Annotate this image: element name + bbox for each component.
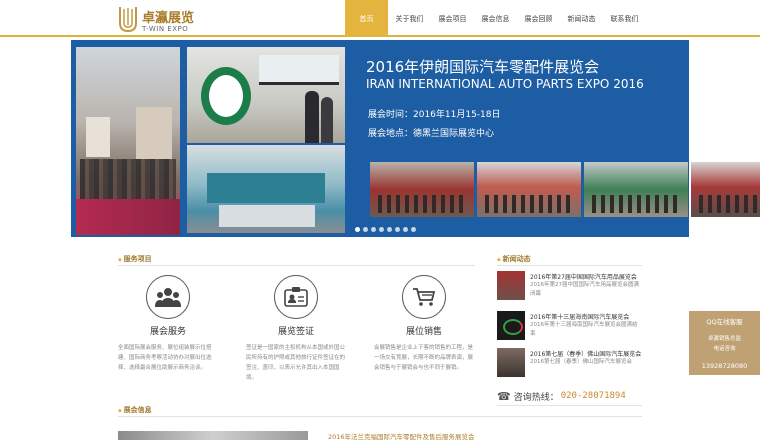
- slider-dot[interactable]: [371, 227, 376, 232]
- sales-director-label: 卓瀛销售总监: [707, 336, 741, 342]
- photo-person-shape: [305, 91, 319, 143]
- shopping-cart-icon: [402, 275, 446, 319]
- news-thumbnail: [497, 271, 525, 300]
- online-service-title[interactable]: QQ在线客服: [689, 316, 760, 326]
- hotline-label: 咨询热线：: [513, 392, 559, 403]
- photo-floor-shape: [76, 199, 180, 235]
- photo-panel-shape: [259, 55, 339, 85]
- slider-dot[interactable]: [387, 227, 392, 232]
- photo-stand-shape: [219, 205, 315, 227]
- news-title[interactable]: 2016年第27届中国国际汽车用品展览会: [530, 272, 642, 281]
- photo-people-shape: [699, 195, 760, 213]
- news-title[interactable]: 2016年第十三届海南国际汽车展览会: [530, 312, 642, 321]
- service-desc: 全面国际展会服务、展位组装展示位搭建、国际商务考察活动协办对展出位选择、选择最合…: [118, 345, 212, 371]
- news-heading: 新闻动态: [497, 254, 531, 264]
- slider-dot[interactable]: [379, 227, 384, 232]
- nav-projects[interactable]: 展会项目: [431, 0, 474, 37]
- news-title[interactable]: 2016第七届（春季）佛山国际汽车展览会: [530, 349, 642, 358]
- service-title: 展位销售: [405, 327, 442, 337]
- hotline: ☎ 咨询热线： 020-28071894: [497, 389, 626, 403]
- banner-photo-stand: [187, 145, 345, 233]
- news-item[interactable]: 2016第七届（春季）佛山国际汽车展览会 2016第七届（春季）佛山国际汽车展览…: [497, 348, 642, 380]
- banner-title-en: IRAN INTERNATIONAL AUTO PARTS EXPO 2016: [366, 77, 644, 91]
- banner-photo-hall: [76, 47, 180, 235]
- service-desc: 签证是一国家的主权机构从本国或外国公民所持有的护照或其他旅行证件签证在的签注、盖…: [246, 345, 346, 381]
- nav-news[interactable]: 新闻动态: [560, 0, 603, 37]
- banner-thumbnails: [370, 162, 760, 217]
- main-nav: 首页 关于我们 展会项目 展会信息 展会回顾 新闻动态 联系我们: [345, 0, 646, 37]
- slider-dot[interactable]: [395, 227, 400, 232]
- service-card-expo[interactable]: 展会服务 全面国际展会服务、展位组装展示位搭建、国际商务考察活动协办对展出位选择…: [118, 275, 218, 393]
- banner-photo-booth: [187, 47, 345, 143]
- nav-home[interactable]: 首页: [345, 0, 388, 37]
- photo-people-shape: [592, 195, 680, 213]
- hero-banner[interactable]: 2016年伊朗国际汽车零配件展览会 IRAN INTERNATIONAL AUT…: [71, 40, 760, 237]
- banner-thumbnail[interactable]: [477, 162, 581, 217]
- banner-venue: 展会地点：德黑兰国际展览中心: [368, 129, 495, 139]
- banner-thumbnail[interactable]: [691, 162, 760, 217]
- services-heading: 服务项目: [118, 254, 152, 264]
- divider: [497, 265, 642, 266]
- id-card-icon: [274, 275, 318, 319]
- exhibition-heading: 展会信息: [118, 405, 152, 415]
- photo-person-shape: [321, 97, 333, 143]
- service-card-visa[interactable]: 展览签证 签证是一国家的主权机构从本国或外国公民所持有的护照或其他旅行证件签证在…: [246, 275, 346, 393]
- banner-thumbnail[interactable]: [370, 162, 474, 217]
- side-phone-number[interactable]: 13928728080: [689, 362, 760, 370]
- exhibition-title[interactable]: 2016年法兰克福国际汽车零配件及售后服务展览会: [328, 431, 475, 440]
- exhibition-thumbnail[interactable]: [118, 431, 308, 440]
- slider-dot[interactable]: [403, 227, 408, 232]
- divider: [118, 416, 642, 417]
- nav-review[interactable]: 展会回顾: [517, 0, 560, 37]
- divider: [118, 265, 475, 266]
- photo-stand-shape: [207, 173, 325, 203]
- news-summary: 2016第七届（春季）佛山国际汽车展览会: [530, 359, 632, 365]
- news-thumbnail: [497, 311, 525, 340]
- photo-ring-shape: [201, 67, 251, 125]
- slider-dot[interactable]: [411, 227, 416, 232]
- photo-booth-shape: [86, 117, 110, 157]
- online-service-panel[interactable]: QQ在线客服 卓瀛销售总监 电话咨询 13928728080: [689, 311, 760, 375]
- banner-title-cn: 2016年伊朗国际汽车零配件展览会: [366, 58, 600, 76]
- photo-people-shape: [485, 195, 573, 213]
- service-card-booth-sales[interactable]: 展位销售 会展销售是企业上下客的销售的工程，是一场交有竞展，长期不断的品牌表演，…: [374, 275, 474, 393]
- photo-people-shape: [378, 195, 466, 213]
- photo-booth-shape: [136, 107, 172, 159]
- phone-consult-label: 电话咨询: [713, 346, 736, 352]
- nav-contact[interactable]: 联系我们: [603, 0, 646, 37]
- nav-about[interactable]: 关于我们: [388, 0, 431, 37]
- news-item[interactable]: 2016年第十三届海南国际汽车展览会 2016年第十三届海南国际汽车展览会圆满结…: [497, 311, 642, 343]
- logo-text-en: T-WIN EXPO: [142, 25, 189, 33]
- news-summary: 2016年第27届中国国际汽车用品展览会圆满闭幕: [530, 282, 639, 297]
- slider-dot[interactable]: [363, 227, 368, 232]
- service-title: 展会服务: [149, 327, 186, 337]
- slider-dot[interactable]: [355, 227, 360, 232]
- divider: [497, 405, 642, 406]
- photo-crowd-shape: [80, 159, 176, 199]
- news-item[interactable]: 2016年第27届中国国际汽车用品展览会 2016年第27届中国国际汽车用品展览…: [497, 271, 642, 303]
- logo[interactable]: 卓瀛展览 T-WIN EXPO: [118, 5, 198, 35]
- banner-date: 展会时间：2016年11月15-18日: [368, 110, 501, 120]
- hotline-number[interactable]: 020-28071894: [561, 391, 626, 401]
- news-thumbnail: [497, 348, 525, 377]
- news-summary: 2016年第十三届海南国际汽车展览会圆满结束: [530, 322, 638, 337]
- nav-expo-info[interactable]: 展会信息: [474, 0, 517, 37]
- slider-dots: [355, 227, 416, 232]
- logo-text-cn: 卓瀛展览: [142, 11, 195, 26]
- service-desc: 会展销售是企业上下客的销售的工程，是一场交有竞展，长期不断的品牌表演，展会销售与…: [374, 345, 474, 371]
- group-users-icon: [146, 275, 190, 319]
- top-navigation-bar: 卓瀛展览 T-WIN EXPO 首页 关于我们 展会项目 展会信息 展会回顾 新…: [0, 0, 760, 37]
- logo-mark-icon: [119, 7, 137, 33]
- banner-thumbnail[interactable]: [584, 162, 688, 217]
- phone-icon: ☎: [497, 389, 511, 403]
- service-title: 展览签证: [277, 327, 314, 337]
